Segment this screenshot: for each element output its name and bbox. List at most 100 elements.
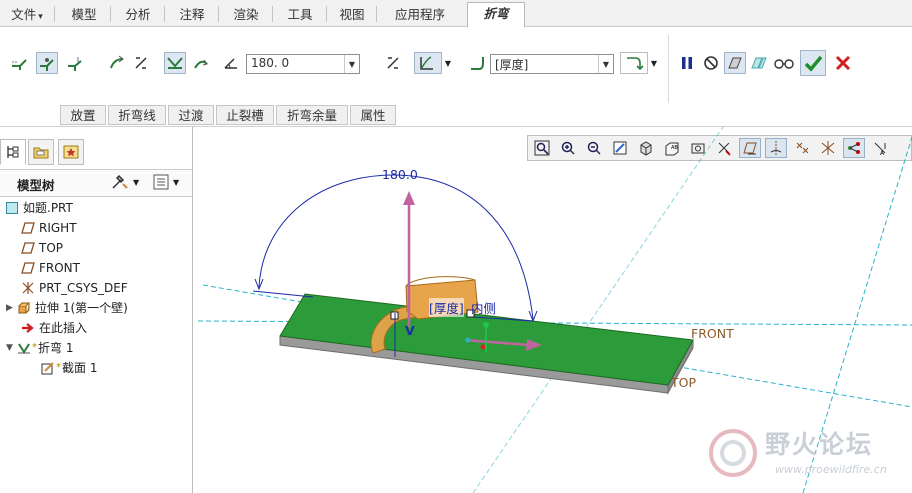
tab-favorites[interactable] (58, 139, 84, 165)
thickness-dimension-label[interactable]: [厚度] (429, 298, 464, 317)
graphics-viewport[interactable]: AB A 180.0 [厚度] 内侧 V FRONT TOP 野火论坛 www.… (193, 127, 912, 493)
tab-model-tree[interactable] (0, 139, 26, 165)
tab-bend[interactable]: 折弯 (467, 2, 525, 28)
tree-item-right[interactable]: RIGHT (20, 218, 77, 238)
fixed-side-button[interactable] (164, 52, 186, 74)
ribbon: 180. 0 ▼ ▼ [厚度] ▼ ▼ 放置 折弯线 过渡 止裂槽 折弯余量 属… (0, 27, 912, 127)
verify-preview-button[interactable] (748, 52, 770, 74)
insert-here-icon (20, 320, 36, 336)
inside-side-label[interactable]: 内侧 (471, 298, 496, 317)
tree-item-label: 如题.PRT (23, 201, 73, 215)
direction-v-label: V (405, 323, 415, 338)
tree-item-csys[interactable]: PRT_CSYS_DEF (20, 278, 128, 298)
bend-with-radius-button[interactable] (36, 52, 58, 74)
tab-tools[interactable]: 工具 (278, 4, 322, 26)
ribbon-divider (668, 35, 669, 103)
chevron-down-icon: ▼ (650, 58, 658, 68)
menu-separator (376, 6, 377, 22)
tab-applications[interactable]: 应用程序 (382, 4, 458, 26)
flip-angle-button[interactable] (382, 52, 404, 74)
chevron-down-icon[interactable]: ▼ (598, 55, 613, 73)
tree-item-front[interactable]: FRONT (20, 258, 80, 278)
sketch-icon (40, 360, 56, 376)
bend-material-button[interactable] (106, 52, 128, 74)
menu-separator (272, 6, 273, 22)
radius-type-button[interactable] (620, 52, 648, 74)
subtab-bend-allowance[interactable]: 折弯余量 (276, 105, 348, 125)
no-preview-button[interactable] (700, 52, 722, 74)
cancel-button[interactable] (832, 52, 854, 74)
tree-item-label: 截面 1 (62, 361, 98, 375)
menu-separator (326, 6, 327, 22)
separate-preview-button[interactable] (724, 52, 746, 74)
tab-analysis[interactable]: 分析 (116, 4, 160, 26)
chevron-down-icon: ▼ (133, 177, 140, 187)
radius-dimension-button[interactable] (466, 52, 488, 74)
bend-curve-icon (110, 55, 124, 69)
angle-icon-button[interactable] (220, 52, 242, 74)
tab-folder-browser[interactable] (28, 139, 54, 165)
subtab-placement[interactable]: 放置 (60, 105, 106, 125)
bend-with-transition-button[interactable] (64, 52, 86, 74)
datum-plane-icon (20, 240, 36, 256)
tree-item-extrude[interactable]: ▶ 拉伸 1(第一个壁) (6, 298, 128, 318)
tree-item-part[interactable]: 如题.PRT (4, 198, 73, 218)
tree-item-bend[interactable]: ▼ * 折弯 1 (6, 338, 73, 358)
bend-icon (16, 340, 32, 356)
model-tree-icon (7, 146, 19, 158)
chevron-down-icon: ▼ (173, 177, 180, 187)
ok-button[interactable] (800, 50, 826, 76)
angle-dimension-label[interactable]: 180.0 (382, 167, 418, 182)
subtab-bend-line[interactable]: 折弯线 (108, 105, 166, 125)
bend-to-end-button[interactable] (8, 52, 30, 74)
tree-show-button[interactable]: ▼ (152, 173, 179, 191)
bend-angle-type-button[interactable] (190, 52, 212, 74)
collapse-arrow-icon[interactable]: ▼ (6, 338, 16, 358)
radius-side-icon (420, 56, 433, 70)
tree-item-label: 拉伸 1(第一个壁) (35, 301, 128, 315)
radius-dimension-icon (471, 57, 484, 70)
datum-right-line-2 (472, 127, 724, 493)
tab-annotate[interactable]: 注释 (170, 4, 214, 26)
model-tree-title: 模型树 (17, 178, 55, 193)
pause-icon (682, 57, 692, 69)
tools-icon (112, 174, 128, 189)
preview-glasses-button[interactable] (772, 52, 796, 74)
radius-side-dropdown[interactable]: ▼ (442, 52, 454, 74)
subtab-properties[interactable]: 属性 (350, 105, 396, 125)
tab-render[interactable]: 渲染 (224, 4, 268, 26)
tab-view[interactable]: 视图 (332, 4, 372, 26)
file-menu[interactable]: 文件 ▾ (4, 4, 50, 26)
favorites-icon (63, 145, 79, 159)
subtab-relief[interactable]: 止裂槽 (216, 105, 274, 125)
tree-item-label: 折弯 1 (38, 341, 74, 355)
subtab-transition[interactable]: 过渡 (168, 105, 214, 125)
radius-type-dropdown[interactable]: ▼ (648, 52, 660, 74)
chevron-down-icon[interactable]: ▼ (344, 55, 359, 73)
radius-side-button[interactable] (414, 52, 442, 74)
checkmark-icon (804, 55, 823, 72)
tree-item-label: PRT_CSYS_DEF (39, 281, 128, 295)
tree-settings-button[interactable]: ▼ (110, 173, 139, 191)
tree-item-insert-here[interactable]: 在此插入 (20, 318, 87, 338)
expand-arrow-icon[interactable]: ▶ (6, 298, 16, 318)
model-tree-header: 模型树 ▼ ▼ (0, 169, 192, 197)
watermark-title: 野火论坛 (765, 430, 874, 459)
tree-item-top[interactable]: TOP (20, 238, 63, 258)
new-marker: * (32, 342, 37, 353)
glasses-icon (774, 59, 794, 69)
datum-front-label: FRONT (691, 326, 734, 341)
bend-radius-value: [厚度] (495, 58, 529, 72)
bend-radius-field[interactable]: [厚度] ▼ (490, 54, 614, 74)
bend-angle-field[interactable]: 180. 0 ▼ (246, 54, 360, 74)
flip-direction-button[interactable] (130, 52, 152, 74)
chevron-down-icon: ▾ (38, 12, 43, 22)
tree-item-section[interactable]: * 截面 1 (40, 358, 97, 378)
tab-model[interactable]: 模型 (62, 4, 106, 26)
axis-point-red (480, 344, 486, 350)
tree-item-label: 在此插入 (39, 321, 88, 335)
menu-separator (110, 6, 111, 22)
pause-button[interactable] (676, 52, 698, 74)
menu-bar: 文件 ▾ 模型 分析 注释 渲染 工具 视图 应用程序 折弯 (0, 0, 912, 28)
bend-to-end-icon (12, 59, 27, 70)
